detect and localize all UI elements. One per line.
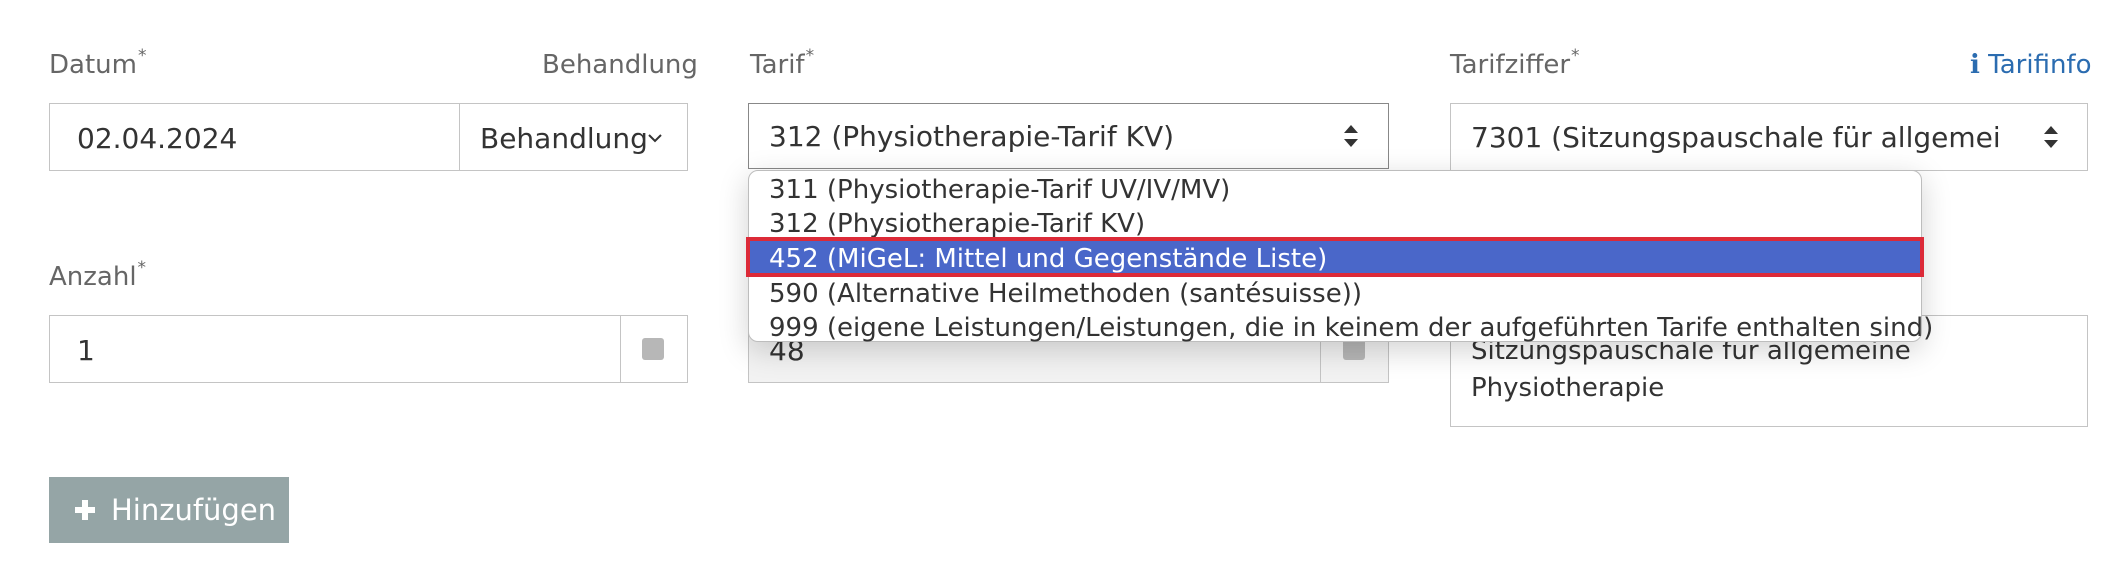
tarif-option-highlighted[interactable]: 452 (MiGeL: Mittel und Gegenstände Liste… — [746, 237, 1924, 277]
sort-arrows-icon — [2044, 126, 2058, 148]
tarifziffer-label: Tarifziffer* — [1450, 46, 1580, 80]
anzahl-stepper[interactable] — [620, 315, 688, 383]
tarif-dropdown-list[interactable]: 311 (Physiotherapie-Tarif UV/IV/MV) 312 … — [746, 170, 1933, 343]
tarifinfo-link[interactable]: i Tarifinfo — [1970, 50, 2092, 80]
sort-arrows-icon — [1344, 125, 1358, 147]
tarif-option[interactable]: 311 (Physiotherapie-Tarif UV/IV/MV) — [749, 171, 1921, 205]
tarif-option[interactable]: 590 (Alternative Heilmethoden (santésuis… — [749, 275, 1921, 309]
chevron-down-icon — [648, 134, 662, 143]
behandlung-select[interactable]: Behandlung — [459, 103, 688, 171]
tarif-option[interactable]: 999 (eigene Leistungen/Leistungen, die i… — [749, 309, 1933, 343]
info-icon: i — [1970, 50, 1980, 80]
add-button[interactable]: Hinzufügen — [49, 477, 289, 543]
anzahl-input[interactable]: 1 — [49, 315, 621, 383]
plus-icon — [75, 500, 95, 520]
anzahl-label: Anzahl* — [49, 258, 147, 292]
datum-label: Datum* — [49, 46, 147, 80]
tarif-option[interactable]: 312 (Physiotherapie-Tarif KV) — [749, 205, 1921, 239]
behandlung-label: Behandlung — [542, 50, 698, 80]
tarifziffer-select[interactable]: 7301 (Sitzungspauschale für allgemeine P… — [1450, 103, 2088, 171]
tarif-label: Tarif* — [750, 46, 815, 80]
datum-input[interactable]: 02.04.2024 — [49, 103, 460, 171]
stepper-icon — [642, 338, 664, 360]
tarif-select[interactable]: 312 (Physiotherapie-Tarif KV) — [748, 103, 1389, 169]
